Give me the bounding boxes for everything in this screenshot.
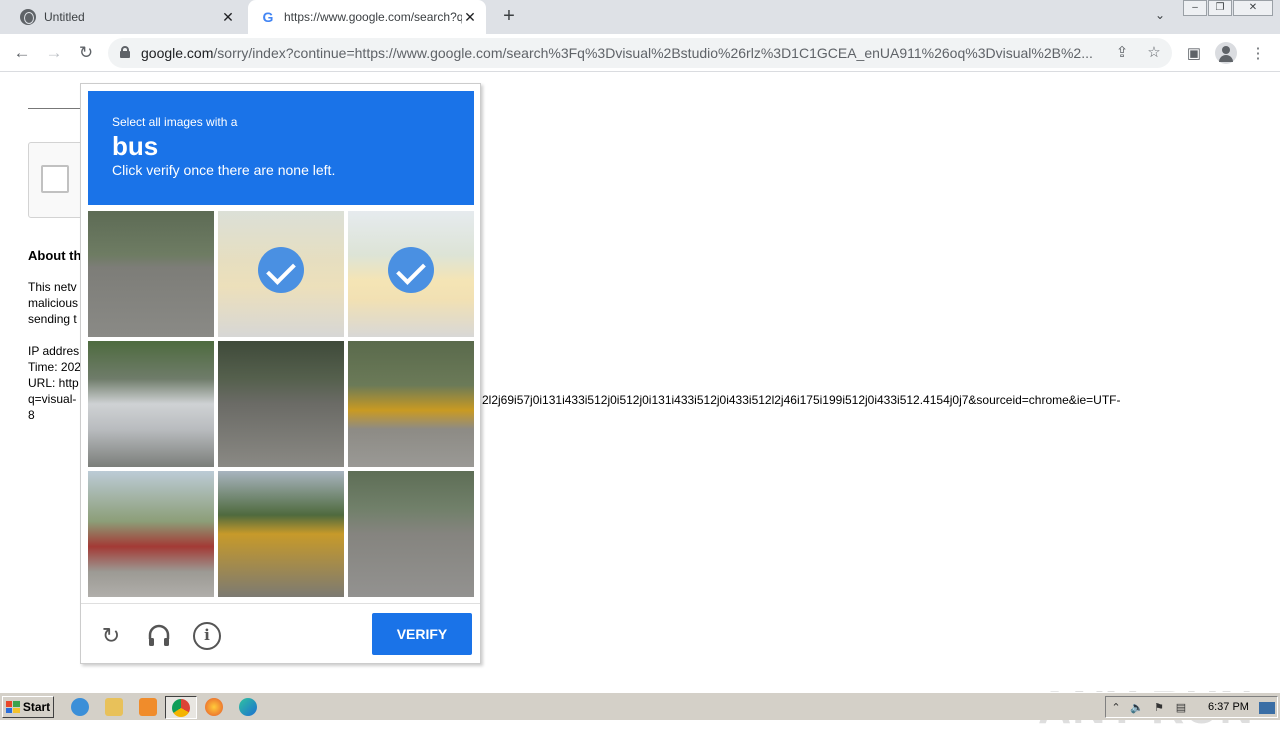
ip-address-line: IP addres bbox=[28, 344, 80, 358]
side-panel-icon[interactable]: ▣ bbox=[1183, 43, 1205, 65]
minimize-icon[interactable]: – bbox=[1183, 0, 1207, 16]
chrome-icon bbox=[172, 699, 190, 717]
about-line: malicious bbox=[28, 296, 79, 310]
folder-icon[interactable] bbox=[105, 698, 123, 716]
browser-toolbar: ← → ↻ google.com/sorry/index?continue=ht… bbox=[0, 34, 1280, 72]
volume-icon[interactable]: 🔈 bbox=[1130, 701, 1144, 715]
lock-icon bbox=[120, 46, 130, 58]
reload-challenge-icon[interactable]: ↻ bbox=[97, 622, 125, 650]
chrome-taskbar-button[interactable] bbox=[165, 696, 197, 719]
menu-kebab-icon[interactable]: ⋮ bbox=[1247, 43, 1269, 65]
close-icon[interactable]: ✕ bbox=[220, 9, 236, 25]
tab-google-search[interactable]: G https://www.google.com/search?q= ✕ bbox=[248, 0, 486, 34]
challenge-tile[interactable] bbox=[348, 211, 474, 337]
edge-icon[interactable] bbox=[239, 698, 257, 716]
info-icon[interactable]: i bbox=[193, 622, 221, 650]
recaptcha-checkbox[interactable] bbox=[41, 165, 69, 193]
url-host: google.com bbox=[141, 45, 214, 61]
tile-image-road-trees bbox=[88, 211, 214, 337]
image-grid bbox=[88, 211, 474, 597]
about-line: sending t bbox=[28, 312, 77, 326]
tab-untitled[interactable]: Untitled ✕ bbox=[8, 0, 244, 34]
tile-image-traffic-light-sign bbox=[218, 471, 344, 597]
star-icon[interactable]: ☆ bbox=[1144, 43, 1164, 63]
check-icon bbox=[258, 247, 304, 293]
tab-title: https://www.google.com/search?q= bbox=[284, 10, 462, 24]
tab-strip: Untitled ✕ G https://www.google.com/sear… bbox=[0, 0, 1280, 34]
start-label: Start bbox=[22, 700, 51, 714]
challenge-tile[interactable] bbox=[218, 471, 344, 597]
tile-image-bus-crosswalk bbox=[348, 341, 474, 467]
media-player-icon[interactable] bbox=[139, 698, 157, 716]
challenge-tile[interactable] bbox=[88, 471, 214, 597]
url-line-end: 8 bbox=[28, 408, 35, 422]
tray-expand-icon[interactable]: ⌃ bbox=[1109, 701, 1123, 715]
tile-image-palms-traffic-light bbox=[88, 471, 214, 597]
url-text[interactable]: google.com/sorry/index?continue=https://… bbox=[141, 45, 1101, 61]
recaptcha-box bbox=[28, 142, 88, 218]
challenge-tile[interactable] bbox=[88, 341, 214, 467]
forward-arrow-icon[interactable]: → bbox=[42, 41, 66, 65]
profile-avatar-icon[interactable] bbox=[1215, 42, 1237, 64]
verify-button[interactable]: VERIFY bbox=[372, 613, 472, 655]
tab-title: Untitled bbox=[44, 10, 85, 24]
url-line-tail: 2l2j69i57j0i131i433i512j0i512j0i131i433i… bbox=[482, 393, 1121, 407]
window-close-icon[interactable]: ✕ bbox=[1233, 0, 1273, 16]
share-icon[interactable]: ⇪ bbox=[1112, 43, 1132, 63]
about-heading: About th bbox=[28, 248, 82, 263]
challenge-target: bus bbox=[112, 131, 159, 161]
internet-explorer-icon[interactable] bbox=[71, 698, 89, 716]
challenge-instruction: Click verify once there are none left. bbox=[112, 162, 336, 178]
headphones-icon[interactable] bbox=[145, 622, 173, 650]
divider bbox=[81, 603, 480, 604]
chevron-down-icon[interactable]: ⌄ bbox=[1150, 8, 1170, 26]
tile-image-empty-road bbox=[348, 471, 474, 597]
reload-icon[interactable]: ↻ bbox=[74, 41, 98, 65]
tile-image-white-car bbox=[88, 341, 214, 467]
challenge-tile[interactable] bbox=[218, 211, 344, 337]
url-path: /sorry/index?continue=https://www.google… bbox=[213, 45, 1093, 61]
system-tray: ⌃ 🔈 ⚑ ▤ 6:37 PM bbox=[1105, 696, 1278, 718]
google-icon: G bbox=[262, 9, 274, 25]
url-line-cont: q=visual- bbox=[28, 392, 77, 406]
divider bbox=[28, 108, 80, 109]
challenge-tile[interactable] bbox=[348, 341, 474, 467]
windows-logo-icon bbox=[5, 701, 20, 713]
back-arrow-icon[interactable]: ← bbox=[10, 41, 34, 65]
challenge-tile[interactable] bbox=[218, 341, 344, 467]
show-desktop-icon[interactable] bbox=[1259, 702, 1275, 714]
firefox-icon[interactable] bbox=[205, 698, 223, 716]
network-icon[interactable]: ▤ bbox=[1174, 701, 1188, 715]
address-bar[interactable]: google.com/sorry/index?continue=https://… bbox=[108, 38, 1172, 68]
close-icon[interactable]: ✕ bbox=[462, 9, 478, 25]
about-line: This netv bbox=[28, 280, 77, 294]
challenge-header: Select all images with a bus Click verif… bbox=[88, 91, 474, 205]
start-button[interactable]: Start bbox=[2, 696, 54, 718]
globe-icon bbox=[20, 9, 36, 25]
clock: 6:37 PM bbox=[1208, 701, 1249, 713]
tile-image-underpass-road bbox=[218, 341, 344, 467]
url-line: URL: http bbox=[28, 376, 79, 390]
restore-icon[interactable]: ❐ bbox=[1208, 0, 1232, 16]
taskbar: Start ⌃ 🔈 ⚑ ▤ 6:37 PM bbox=[0, 692, 1280, 720]
check-icon bbox=[388, 247, 434, 293]
challenge-select-text: Select all images with a bbox=[112, 115, 238, 129]
new-tab-button[interactable]: + bbox=[498, 6, 520, 28]
challenge-tile[interactable] bbox=[88, 211, 214, 337]
challenge-tile[interactable] bbox=[348, 471, 474, 597]
flag-icon[interactable]: ⚑ bbox=[1152, 701, 1166, 715]
time-line: Time: 202 bbox=[28, 360, 81, 374]
recaptcha-challenge: Select all images with a bus Click verif… bbox=[80, 83, 481, 664]
